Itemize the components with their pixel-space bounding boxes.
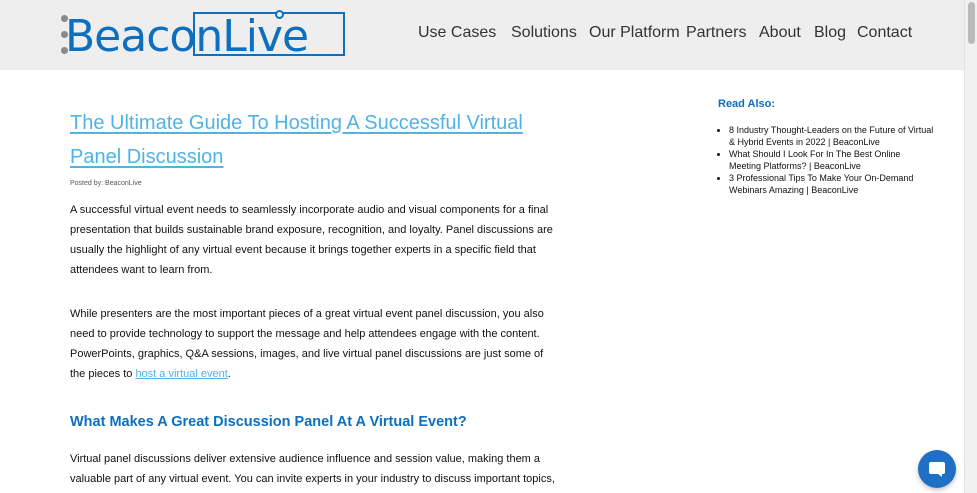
article-paragraph: While presenters are the most important … (70, 304, 560, 384)
nav-about[interactable]: About (759, 24, 801, 42)
chat-bubble-icon (929, 462, 945, 477)
nav-use-cases[interactable]: Use Cases (418, 24, 496, 42)
nav-partners[interactable]: Partners (686, 24, 746, 42)
scrollbar-thumb[interactable] (968, 2, 975, 44)
paragraph-text: . (227, 368, 231, 380)
posted-by: Posted by: BeaconLive (70, 180, 142, 187)
nav-contact[interactable]: Contact (857, 24, 912, 42)
chat-button[interactable] (918, 450, 956, 488)
site-header: BeaconLive Use Cases Solutions Our Platf… (0, 0, 964, 70)
article-title[interactable]: The Ultimate Guide To Hosting A Successf… (70, 106, 560, 174)
page-scrollbar[interactable] (964, 0, 977, 493)
beaconlive-logo[interactable]: BeaconLive (61, 9, 349, 61)
nav-solutions[interactable]: Solutions (511, 24, 577, 42)
logo-text: BeaconLive (65, 11, 309, 62)
read-also-link[interactable]: 3 Professional Tips To Make Your On-Dema… (729, 173, 934, 196)
nav-our-platform[interactable]: Our Platform (589, 24, 680, 42)
read-also-link[interactable]: What Should I Look For In The Best Onlin… (729, 149, 934, 172)
section-heading: What Makes A Great Discussion Panel At A… (70, 414, 467, 430)
read-also-heading: Read Also: (718, 98, 776, 110)
read-also-link[interactable]: 8 Industry Thought-Leaders on the Future… (729, 125, 934, 148)
article-paragraph: Virtual panel discussions deliver extens… (70, 453, 555, 485)
nav-blog[interactable]: Blog (814, 24, 846, 42)
article-paragraph: A successful virtual event needs to seam… (70, 204, 553, 276)
read-also-list: 8 Industry Thought-Leaders on the Future… (718, 125, 934, 197)
host-virtual-event-link[interactable]: host a virtual event (135, 368, 227, 380)
